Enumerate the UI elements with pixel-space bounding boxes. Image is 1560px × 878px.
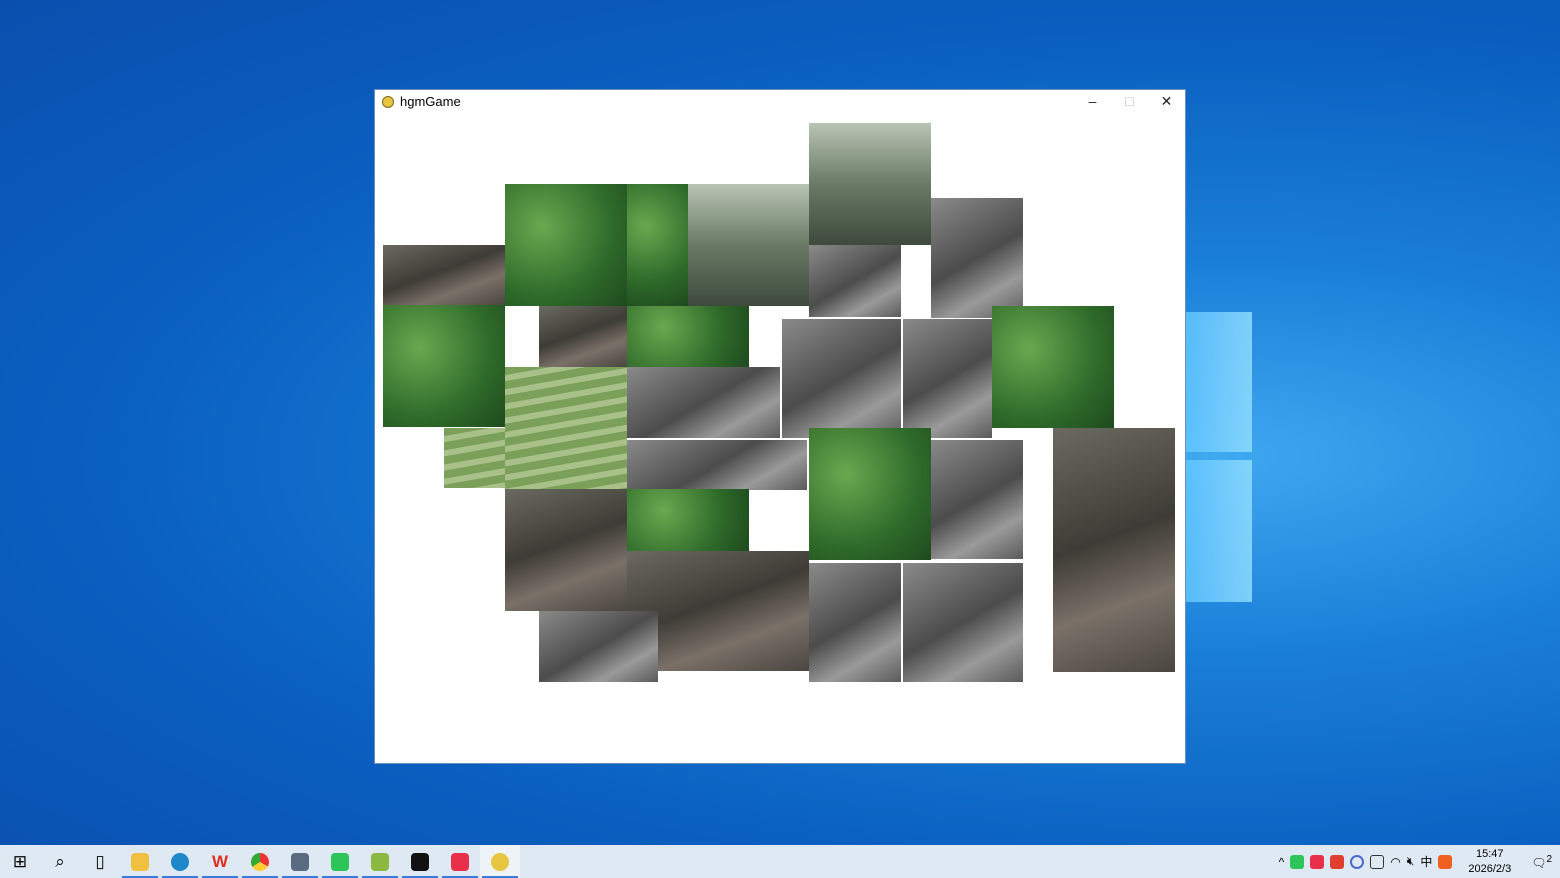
puzzle-tile[interactable]: [931, 198, 1023, 318]
ime-icon[interactable]: 中: [1420, 853, 1432, 870]
wechat-icon[interactable]: [320, 845, 360, 878]
puzzle-tile[interactable]: [505, 489, 627, 611]
puzzle-tile[interactable]: [1053, 428, 1175, 672]
puzzle-tile[interactable]: [688, 184, 809, 306]
puzzle-tile[interactable]: [627, 440, 807, 490]
pygame-icon[interactable]: [480, 845, 520, 878]
calculator-icon[interactable]: [280, 845, 320, 878]
puzzle-tile[interactable]: [383, 305, 505, 427]
chrome-icon[interactable]: [240, 845, 280, 878]
wifi-icon[interactable]: ◠: [1390, 855, 1400, 869]
wps-icon[interactable]: W: [200, 845, 240, 878]
puzzle-tile[interactable]: [444, 428, 505, 488]
terminal-icon[interactable]: [400, 845, 440, 878]
clock[interactable]: 15:47 2026/2/3: [1468, 847, 1511, 877]
start-button[interactable]: ⊞: [0, 845, 40, 878]
puzzle-tile[interactable]: [505, 184, 627, 306]
time: 15:47: [1468, 847, 1511, 862]
puzzle-tile[interactable]: [931, 440, 1023, 559]
system-tray: ^ ◠ 🔇︎ 中 15:47 2026/2/3 🗨︎2: [1279, 847, 1560, 877]
music-tray-icon[interactable]: [1310, 855, 1324, 869]
wechat-tray-icon[interactable]: [1290, 855, 1304, 869]
puzzle-tile[interactable]: [903, 563, 1023, 682]
puzzle-tile[interactable]: [539, 306, 627, 367]
puzzle-tile[interactable]: [627, 306, 749, 367]
puzzle-tile[interactable]: [809, 123, 931, 245]
edge-icon[interactable]: [160, 845, 200, 878]
puzzle-tile[interactable]: [505, 367, 627, 489]
puzzle-tile[interactable]: [539, 611, 658, 682]
puzzle-tile[interactable]: [627, 184, 688, 306]
puzzle-tile[interactable]: [627, 367, 780, 438]
puzzle-tile[interactable]: [627, 489, 749, 551]
search-button[interactable]: ⌕: [40, 845, 80, 878]
notepad-icon[interactable]: [360, 845, 400, 878]
puzzle-tile[interactable]: [809, 428, 931, 560]
file-explorer-icon[interactable]: [120, 845, 160, 878]
netease-music-icon[interactable]: [440, 845, 480, 878]
puzzle-tile[interactable]: [809, 563, 901, 682]
cortana-tray-icon[interactable]: [1350, 855, 1364, 869]
taskbar: ⊞ ⌕ ▯ W ^ ◠ 🔇︎ 中 15:47 2026/2/3 🗨︎2: [0, 845, 1560, 878]
puzzle-tile[interactable]: [903, 319, 992, 438]
puzzle-canvas[interactable]: [375, 90, 1185, 763]
notification-count: 2: [1546, 854, 1552, 865]
date: 2026/2/3: [1468, 862, 1511, 877]
puzzle-tile[interactable]: [782, 319, 901, 438]
windows-logo-wallpaper: [1186, 312, 1252, 602]
wps-tray-icon[interactable]: [1330, 855, 1344, 869]
puzzle-tile[interactable]: [809, 245, 901, 317]
task-view-button[interactable]: ▯: [80, 845, 120, 878]
notification-center-icon[interactable]: 🗨︎2: [1531, 854, 1552, 870]
puzzle-tile[interactable]: [992, 306, 1114, 428]
battery-icon[interactable]: [1370, 855, 1384, 869]
volume-muted-icon[interactable]: 🔇︎: [1407, 854, 1415, 869]
game-window: hgmGame – □ ✕: [374, 89, 1186, 764]
sogou-icon[interactable]: [1438, 855, 1452, 869]
tray-chevron-icon[interactable]: ^: [1279, 855, 1285, 869]
puzzle-tile[interactable]: [383, 245, 505, 305]
